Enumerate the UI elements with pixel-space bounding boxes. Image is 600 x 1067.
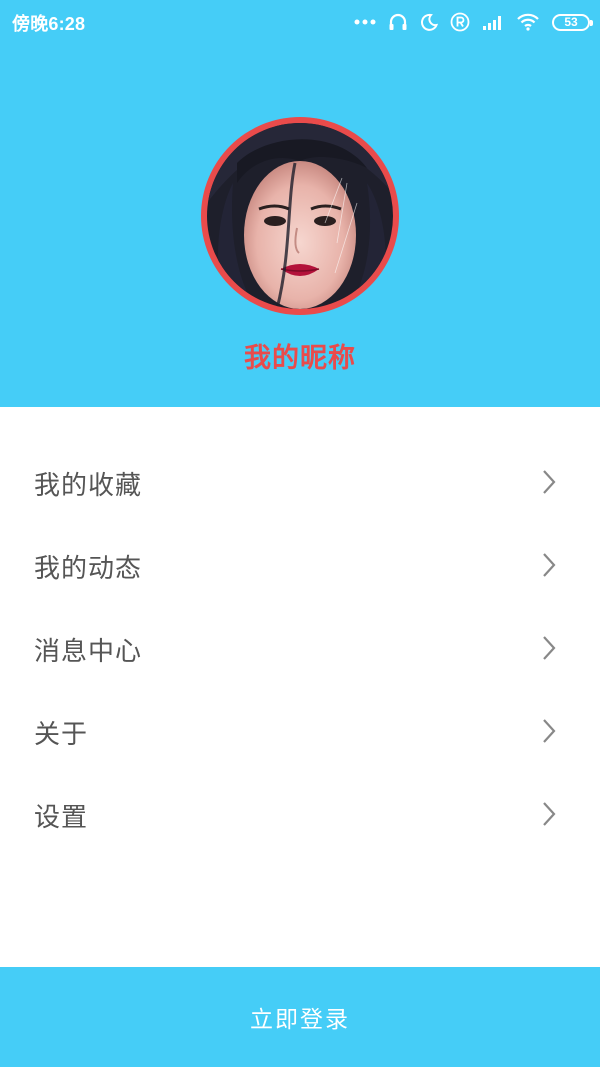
menu-item-label: 我的动态 xyxy=(34,554,143,584)
menu-list: 我的收藏 我的动态 消息中心 关于 设置 xyxy=(0,443,600,858)
chevron-right-icon xyxy=(542,635,556,665)
nickname[interactable]: 我的昵称 xyxy=(0,336,600,375)
menu-item-label: 消息中心 xyxy=(34,637,143,667)
avatar-photo xyxy=(207,123,393,309)
menu-item-messages[interactable]: 消息中心 xyxy=(0,609,600,692)
battery-level: 53 xyxy=(564,15,578,29)
moon-icon xyxy=(420,13,438,31)
chevron-right-icon xyxy=(542,469,556,499)
wifi-icon xyxy=(516,13,540,31)
status-time: 傍晚6:28 xyxy=(12,14,86,34)
registered-icon xyxy=(450,12,470,32)
avatar[interactable] xyxy=(201,117,399,315)
profile-header: 傍晚6:28 53 我的昵称 xyxy=(0,0,600,407)
signal-icon xyxy=(482,14,504,30)
status-icons: 53 xyxy=(354,9,593,35)
menu-item-favorites[interactable]: 我的收藏 xyxy=(0,443,600,526)
menu-item-label: 关于 xyxy=(34,720,89,750)
headset-icon xyxy=(388,12,408,32)
battery-icon: 53 xyxy=(552,13,593,31)
menu-item-moments[interactable]: 我的动态 xyxy=(0,526,600,609)
menu-item-label: 我的收藏 xyxy=(34,471,143,501)
login-button[interactable]: 立即登录 xyxy=(0,967,600,1067)
menu-item-settings[interactable]: 设置 xyxy=(0,775,600,858)
login-button-label: 立即登录 xyxy=(250,1007,350,1033)
chevron-right-icon xyxy=(542,552,556,582)
chevron-right-icon xyxy=(542,801,556,831)
more-dots-icon xyxy=(354,19,376,25)
chevron-right-icon xyxy=(542,718,556,748)
menu-item-about[interactable]: 关于 xyxy=(0,692,600,775)
menu-item-label: 设置 xyxy=(34,803,89,833)
status-bar: 傍晚6:28 53 xyxy=(0,0,600,44)
